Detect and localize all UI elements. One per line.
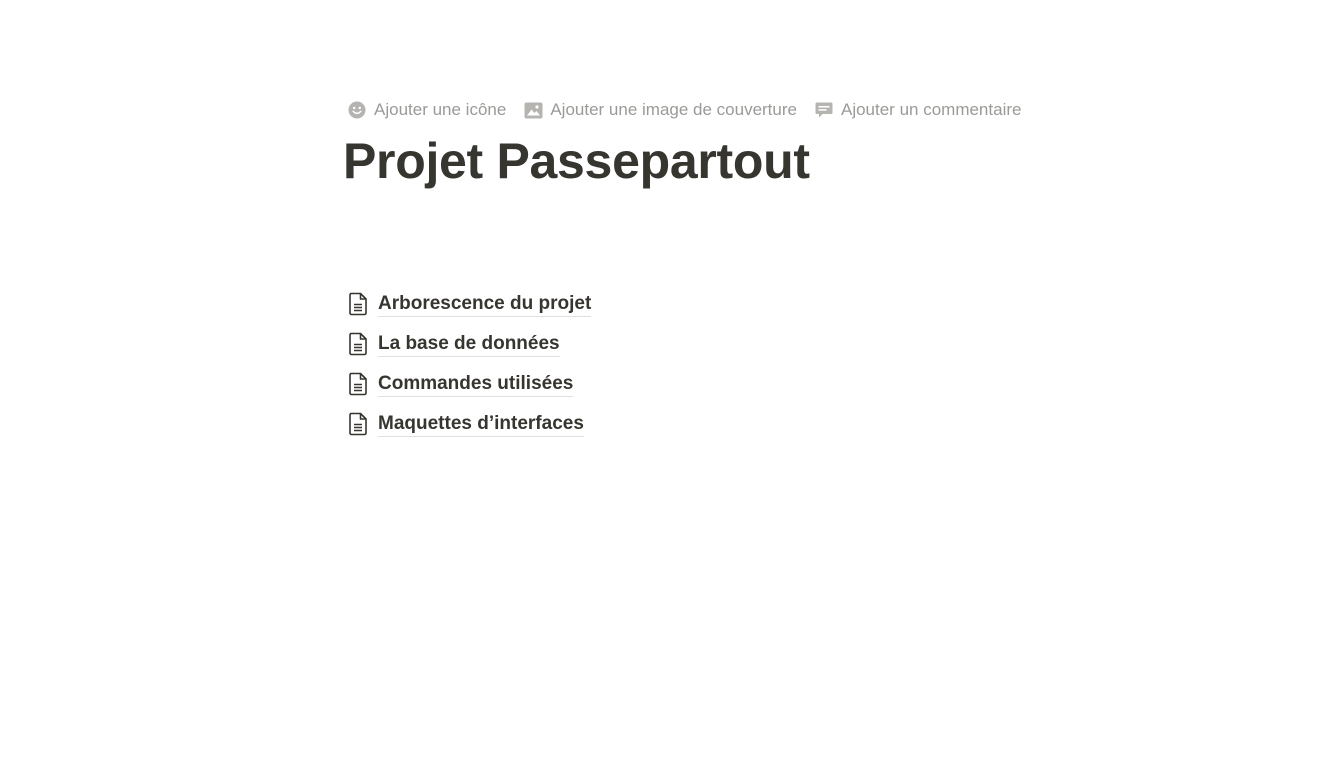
image-icon xyxy=(522,99,544,121)
subpage-label: La base de données xyxy=(378,332,560,357)
document-icon xyxy=(344,410,372,438)
comment-icon xyxy=(813,99,835,121)
subpage-link-commandes[interactable]: Commandes utilisées xyxy=(344,364,591,404)
subpage-list: Arborescence du projet La base de donnée… xyxy=(344,284,592,444)
subpage-link-maquettes[interactable]: Maquettes d’interfaces xyxy=(344,404,591,444)
add-cover-button[interactable]: Ajouter une image de couverture xyxy=(520,96,803,124)
add-icon-button[interactable]: Ajouter une icône xyxy=(344,96,512,124)
add-comment-button[interactable]: Ajouter un commentaire xyxy=(811,96,1027,124)
page-title[interactable]: Projet Passepartout xyxy=(343,130,810,192)
subpage-label: Arborescence du projet xyxy=(378,292,592,317)
add-icon-label: Ajouter une icône xyxy=(374,100,507,119)
add-comment-label: Ajouter un commentaire xyxy=(840,100,1022,119)
page-controls: Ajouter une icône Ajouter une image de c… xyxy=(344,96,1035,124)
subpage-label: Commandes utilisées xyxy=(378,372,574,397)
subpage-link-arborescence[interactable]: Arborescence du projet xyxy=(344,284,592,324)
document-icon xyxy=(344,290,372,318)
subpage-label: Maquettes d’interfaces xyxy=(378,412,584,437)
document-icon xyxy=(344,330,372,358)
notion-page: Ajouter une icône Ajouter une image de c… xyxy=(0,0,1342,762)
document-icon xyxy=(344,370,372,398)
emoji-smile-icon xyxy=(346,99,368,121)
subpage-link-base-de-donnees[interactable]: La base de données xyxy=(344,324,591,364)
add-cover-label: Ajouter une image de couverture xyxy=(550,100,797,119)
